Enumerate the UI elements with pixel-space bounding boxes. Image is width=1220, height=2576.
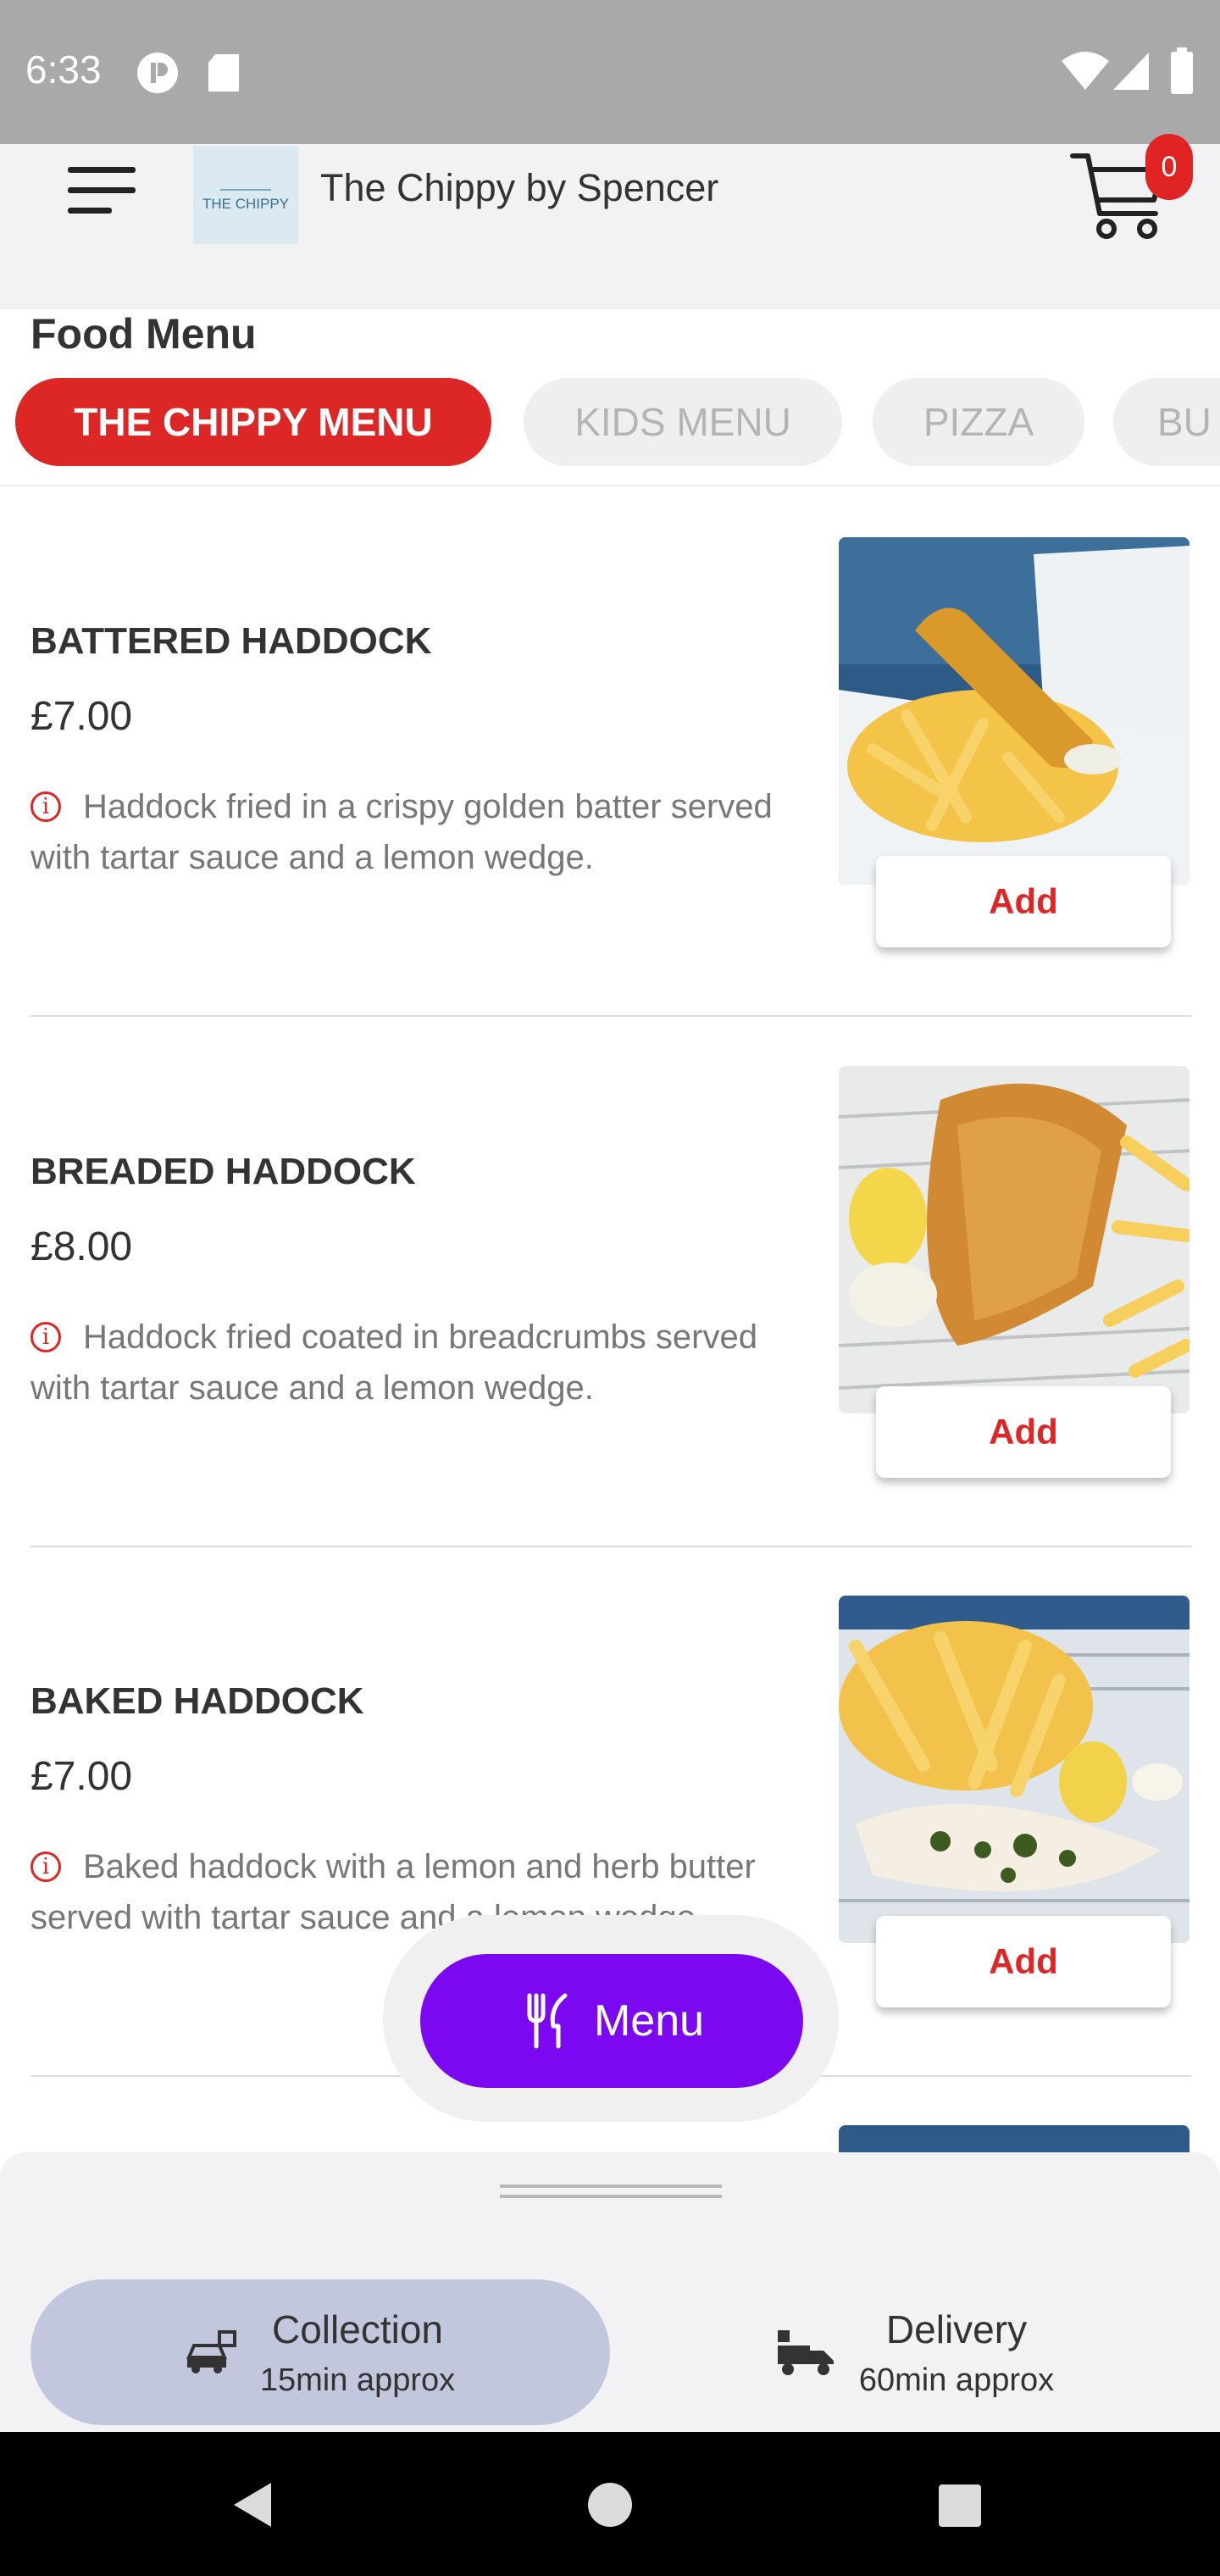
delivery-title: Delivery (885, 2307, 1028, 2351)
add-to-cart-button[interactable]: Add (876, 856, 1171, 947)
collection-option[interactable]: Collection 15min approx (30, 2279, 610, 2425)
item-name: BAKED HADDOCK (30, 1680, 364, 1722)
add-to-cart-button[interactable]: Add (876, 1386, 1171, 1478)
add-to-cart-button[interactable]: Add (876, 1916, 1171, 2007)
item-price: £8.00 (30, 1224, 133, 1269)
fork-knife-icon (527, 1993, 568, 2049)
collection-time: 15min approx (259, 2362, 456, 2398)
item-name: BATTERED HADDOCK (30, 620, 432, 662)
cart-count-badge: 0 (1145, 134, 1193, 200)
battered-haddock-photo (839, 537, 1190, 885)
status-bar: 6:33 (0, 0, 1220, 144)
back-icon[interactable] (229, 2479, 276, 2530)
item-photo (839, 1066, 1190, 1413)
logo-text: THE CHIPPY (202, 196, 290, 212)
home-icon[interactable] (586, 2481, 634, 2529)
sd-card-icon (208, 54, 239, 92)
battery-icon (1171, 47, 1193, 94)
tab-the-chippy-menu[interactable]: THE CHIPPY MENU (15, 378, 491, 466)
item-description: Haddock fried coated in breadcrumbs serv… (30, 1319, 757, 1407)
menu-button-label: Menu (593, 1996, 705, 2046)
collection-title: Collection (272, 2307, 443, 2351)
tab-burgers[interactable]: BU (1113, 378, 1220, 466)
cast-icon (137, 53, 178, 93)
menu-item[interactable]: BATTERED HADDOCK £7.00 i Haddock fried i… (0, 486, 1220, 1017)
item-price: £7.00 (30, 694, 133, 739)
menu-item[interactable]: BREADED HADDOCK £8.00 i Haddock fried co… (0, 1017, 1220, 1547)
restaurant-name: The Chippy by Spencer (320, 166, 719, 209)
wifi-icon (1062, 52, 1109, 90)
sheet-drag-handle[interactable] (500, 2185, 722, 2198)
hamburger-menu-icon[interactable] (68, 165, 137, 216)
item-name: BREADED HADDOCK (30, 1151, 416, 1192)
menu-button[interactable]: Menu (420, 1954, 803, 2088)
fish-logo-icon (220, 177, 271, 191)
item-photo (839, 1596, 1190, 1943)
tab-pizza[interactable]: PIZZA (873, 378, 1084, 466)
tab-kids-menu[interactable]: KIDS MENU (524, 378, 842, 466)
restaurant-logo: THE CHIPPY (193, 146, 298, 244)
system-navigation-bar (0, 2432, 1220, 2576)
item-price: £7.00 (30, 1754, 133, 1799)
delivery-option[interactable]: Delivery 60min approx (640, 2279, 1190, 2425)
item-photo (839, 537, 1190, 885)
category-tabs: THE CHIPPY MENU KIDS MENU PIZZA BU (0, 378, 1220, 473)
baked-haddock-photo (839, 1596, 1190, 1943)
delivery-time: 60min approx (858, 2362, 1055, 2398)
breaded-haddock-photo (839, 1066, 1190, 1413)
status-time: 6:33 (25, 47, 102, 92)
delivery-truck-icon (777, 2330, 834, 2375)
item-description: Haddock fried in a crispy golden batter … (30, 788, 773, 876)
collection-car-icon (186, 2330, 236, 2373)
signal-icon (1113, 53, 1149, 90)
food-menu-title: Food Menu (30, 310, 257, 358)
recents-icon[interactable] (937, 2483, 983, 2529)
